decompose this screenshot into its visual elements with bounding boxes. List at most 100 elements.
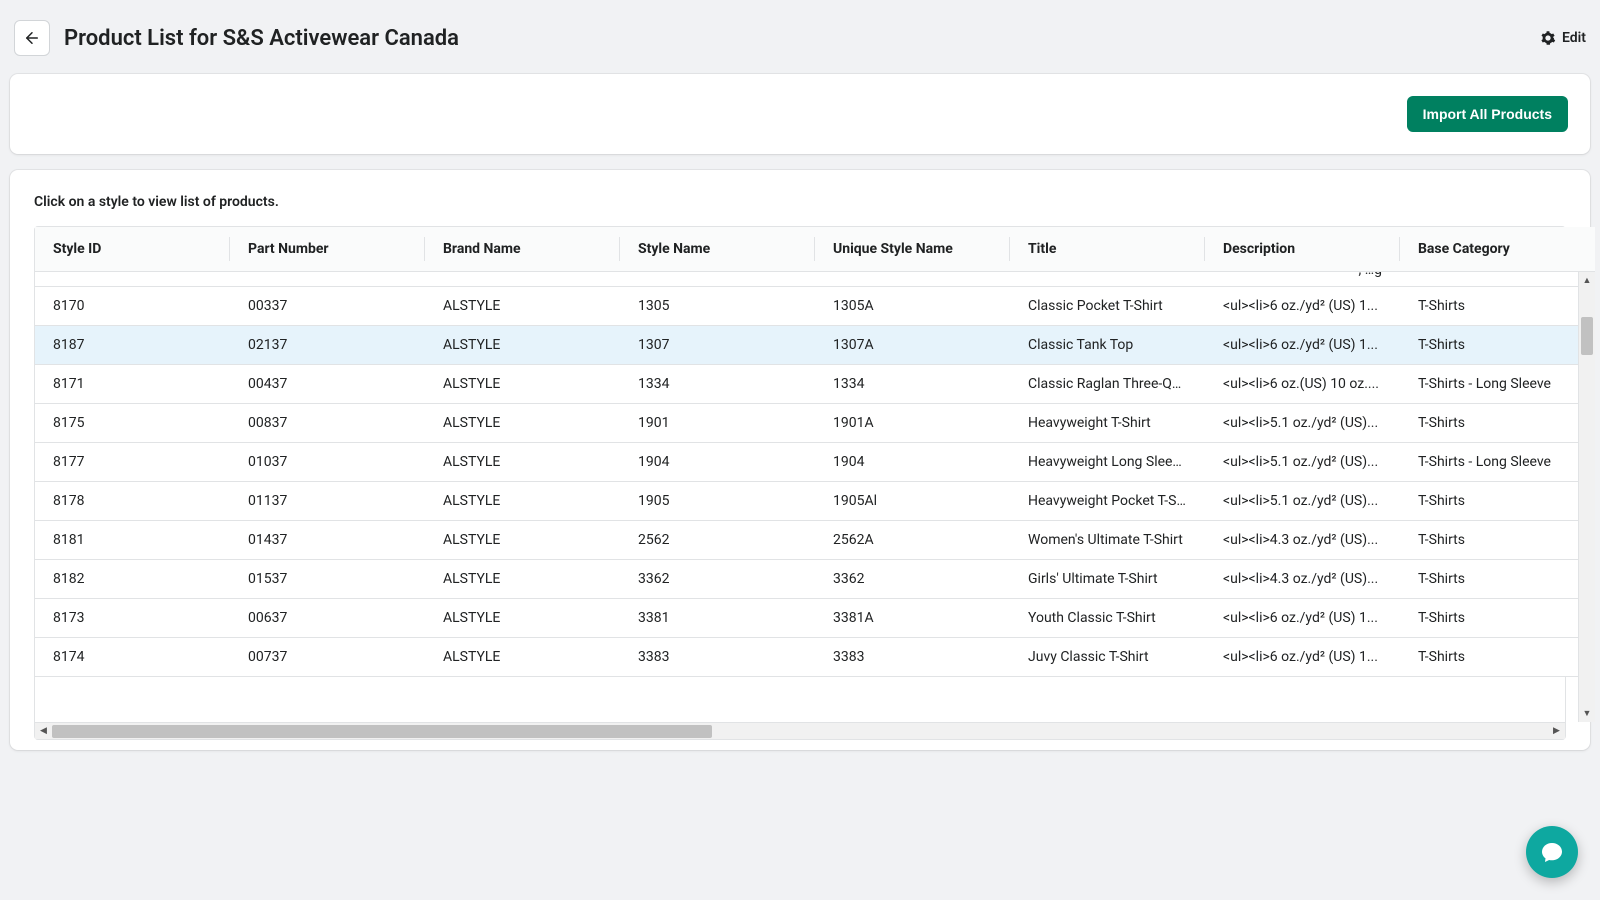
table-row[interactable]: 817000337ALSTYLE13051305AClassic Pocket … xyxy=(35,287,1595,326)
cell-usname: 1305A xyxy=(815,287,1010,325)
cell-brand: ALSTYLE xyxy=(425,326,620,364)
cell-usname: 3383 xyxy=(815,638,1010,676)
cell-base: T-Shirts xyxy=(1400,404,1595,442)
cell-title: Heavyweight T-Shirt xyxy=(1010,404,1205,442)
scroll-left-icon[interactable]: ◀ xyxy=(35,723,52,740)
cell-part: 01137 xyxy=(230,482,425,520)
col-header-unique-style-name[interactable]: Unique Style Name xyxy=(815,227,1010,271)
cell-desc: <ul><li>6 oz.(US) 10 oz.... xyxy=(1205,365,1400,403)
cell-title: Classic Raglan Three-Qu... xyxy=(1010,365,1205,403)
scroll-up-icon[interactable]: ▲ xyxy=(1579,272,1595,289)
cell-base: T-Shirts - Long Sleeve xyxy=(1400,443,1595,481)
cell-sname: 1901 xyxy=(620,404,815,442)
col-header-description[interactable]: Description xyxy=(1205,227,1400,271)
grid-header: Style ID Part Number Brand Name Style Na… xyxy=(35,227,1595,272)
cell-title: Heavyweight Pocket T-S... xyxy=(1010,482,1205,520)
table-row[interactable]: 817801137ALSTYLE19051905AlHeavyweight Po… xyxy=(35,482,1595,521)
cell-usname: 3381A xyxy=(815,599,1010,637)
cell-brand: ALSTYLE xyxy=(425,443,620,481)
cell-sname: 1904 xyxy=(620,443,815,481)
cell-part: 02137 xyxy=(230,326,425,364)
col-header-style-name[interactable]: Style Name xyxy=(620,227,815,271)
col-header-title[interactable]: Title xyxy=(1010,227,1205,271)
table-row[interactable]: 818201537ALSTYLE33623362Girls' Ultimate … xyxy=(35,560,1595,599)
page-header: Product List for S&S Activewear Canada E… xyxy=(10,10,1590,74)
import-card: Import All Products xyxy=(10,74,1590,154)
cell-title: Classic Pocket T-Shirt xyxy=(1010,287,1205,325)
cell-usname: 1307A xyxy=(815,326,1010,364)
cell-sname: 1905 xyxy=(620,482,815,520)
cell-base: T-Shirts - Long Sleeve xyxy=(1400,365,1595,403)
vertical-scrollbar-thumb[interactable] xyxy=(1581,317,1593,355)
cell-style_id: 8173 xyxy=(35,599,230,637)
arrow-left-icon xyxy=(23,29,41,47)
cell-sname: 1305 xyxy=(620,287,815,325)
col-header-part-number[interactable]: Part Number xyxy=(230,227,425,271)
scroll-down-icon[interactable]: ▼ xyxy=(1579,705,1595,722)
table-row[interactable]: 817500837ALSTYLE19011901AHeavyweight T-S… xyxy=(35,404,1595,443)
cell-part: 00437 xyxy=(230,365,425,403)
cell-style_id: 8178 xyxy=(35,482,230,520)
product-grid: Style ID Part Number Brand Name Style Na… xyxy=(34,226,1566,740)
cell-sname: 3362 xyxy=(620,560,815,598)
cell-brand: ALSTYLE xyxy=(425,638,620,676)
col-header-brand-name[interactable]: Brand Name xyxy=(425,227,620,271)
cell-style_id: 8175 xyxy=(35,404,230,442)
gear-icon xyxy=(1540,30,1556,46)
cell-title: Youth Classic T-Shirt xyxy=(1010,599,1205,637)
cell-base: T-Shirts xyxy=(1400,521,1595,559)
horizontal-scrollbar-thumb[interactable] xyxy=(52,725,712,738)
vertical-scrollbar[interactable]: ▲ ▼ xyxy=(1578,272,1595,722)
table-row[interactable]: 817701037ALSTYLE19041904Heavyweight Long… xyxy=(35,443,1595,482)
table-row[interactable]: 818702137ALSTYLE13071307AClassic Tank To… xyxy=(35,326,1595,365)
table-row[interactable]: 817300637ALSTYLE33813381AYouth Classic T… xyxy=(35,599,1595,638)
col-header-style-id[interactable]: Style ID xyxy=(35,227,230,271)
cell-brand: ALSTYLE xyxy=(425,521,620,559)
cell-desc: <ul><li>6 oz./yd² (US) 1... xyxy=(1205,287,1400,325)
import-all-products-button[interactable]: Import All Products xyxy=(1407,96,1568,132)
cell-part: 00837 xyxy=(230,404,425,442)
col-header-base-category[interactable]: Base Category xyxy=(1400,227,1595,271)
cell-style_id: 8170 xyxy=(35,287,230,325)
scroll-right-icon[interactable]: ▶ xyxy=(1548,723,1565,740)
cell-brand: ALSTYLE xyxy=(425,599,620,637)
chat-widget-button[interactable] xyxy=(1526,826,1578,878)
cell-usname: 1334 xyxy=(815,365,1010,403)
cell-usname: 1901A xyxy=(815,404,1010,442)
page-title: Product List for S&S Activewear Canada xyxy=(64,26,459,51)
cell-desc: <ul><li>5.1 oz./yd² (US)... xyxy=(1205,404,1400,442)
cell-brand: ALSTYLE xyxy=(425,365,620,403)
back-button[interactable] xyxy=(14,20,50,56)
cell-sname: 3381 xyxy=(620,599,815,637)
cell-title: Classic Tank Top xyxy=(1010,326,1205,364)
cell-part: 01037 xyxy=(230,443,425,481)
cell-sname: 1334 xyxy=(620,365,815,403)
cell-style_id: 8182 xyxy=(35,560,230,598)
cell-brand: ALSTYLE xyxy=(425,482,620,520)
cell-base: T-Shirts xyxy=(1400,482,1595,520)
cell-desc: <ul><li>6 oz./yd² (US) 1... xyxy=(1205,638,1400,676)
table-row[interactable]: 818101437ALSTYLE25622562AWomen's Ultimat… xyxy=(35,521,1595,560)
cell-sname: 2562 xyxy=(620,521,815,559)
table-row[interactable]: 817100437ALSTYLE13341334Classic Raglan T… xyxy=(35,365,1595,404)
cell-part: 00637 xyxy=(230,599,425,637)
edit-button[interactable]: Edit xyxy=(1540,30,1586,46)
cell-usname: 3362 xyxy=(815,560,1010,598)
cell-brand: ALSTYLE xyxy=(425,560,620,598)
cell-part: 01437 xyxy=(230,521,425,559)
table-row[interactable]: 817400737ALSTYLE33833383Juvy Classic T-S… xyxy=(35,638,1595,677)
cell-base: T-Shirts xyxy=(1400,638,1595,676)
table-row-partial[interactable]: , …g xyxy=(35,272,1595,287)
cell-title: Juvy Classic T-Shirt xyxy=(1010,638,1205,676)
cell-desc: <ul><li>6 oz./yd² (US) 1... xyxy=(1205,326,1400,364)
cell-base: T-Shirts xyxy=(1400,326,1595,364)
cell-style_id: 8177 xyxy=(35,443,230,481)
chat-icon xyxy=(1540,840,1564,864)
cell-part: 00337 xyxy=(230,287,425,325)
cell-title: Women's Ultimate T-Shirt xyxy=(1010,521,1205,559)
horizontal-scrollbar[interactable]: ◀ ▶ xyxy=(35,722,1565,739)
cell-desc: <ul><li>6 oz./yd² (US) 1... xyxy=(1205,599,1400,637)
cell-desc: <ul><li>5.1 oz./yd² (US)... xyxy=(1205,482,1400,520)
cell-style_id: 8171 xyxy=(35,365,230,403)
product-table-card: Click on a style to view list of product… xyxy=(10,170,1590,750)
